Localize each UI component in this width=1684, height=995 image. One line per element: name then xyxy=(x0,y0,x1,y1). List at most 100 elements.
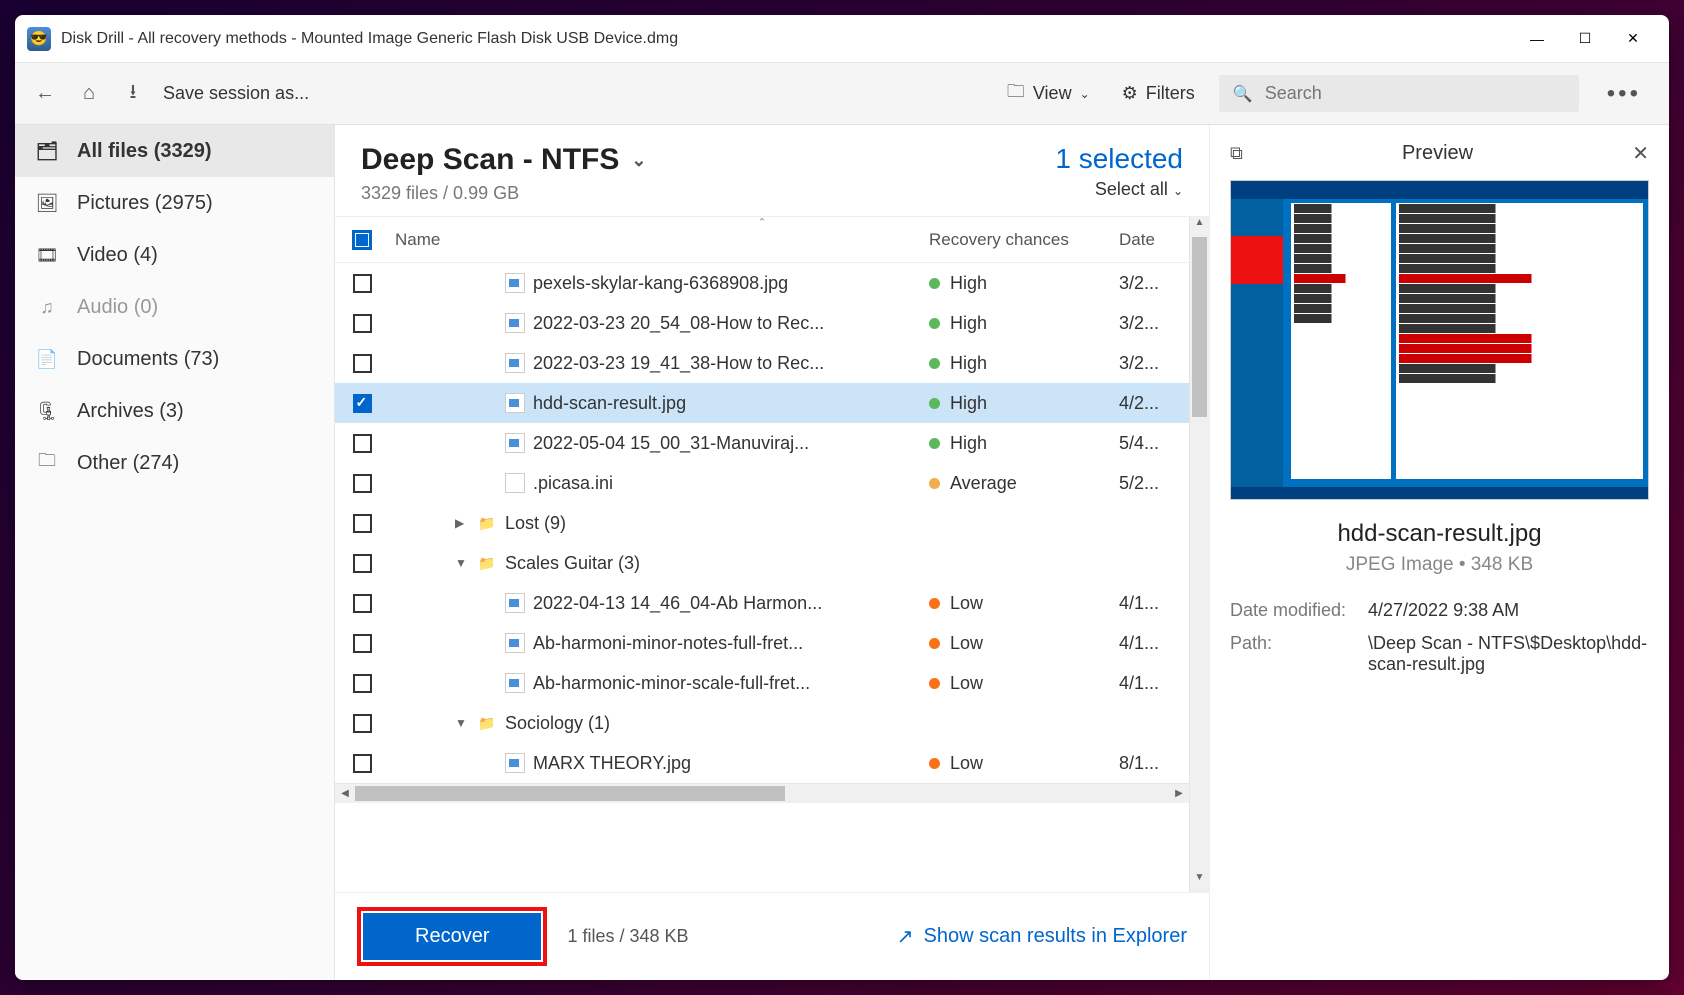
meta-value: 4/27/2022 9:38 AM xyxy=(1368,600,1649,621)
column-name[interactable]: Name xyxy=(389,230,929,250)
horizontal-scrollbar[interactable]: ◀ ▶ xyxy=(335,783,1189,803)
recovery-label: High xyxy=(950,273,987,294)
download-icon[interactable]: ⭳ xyxy=(119,80,147,108)
sliders-icon: ⚙ xyxy=(1122,83,1138,104)
row-checkbox[interactable] xyxy=(335,554,389,573)
vertical-scrollbar[interactable]: ▲ ▼ xyxy=(1189,217,1209,892)
select-all-button[interactable]: Select all ⌄ xyxy=(1055,179,1183,200)
preview-title: Preview xyxy=(1243,142,1632,165)
scan-title[interactable]: Deep Scan - NTFS ⌄ xyxy=(361,143,1055,177)
file-row[interactable]: 2022-05-04 15_00_31-Manuviraj... High 5/… xyxy=(335,423,1189,463)
preview-filetype: JPEG Image • 348 KB xyxy=(1230,554,1649,576)
audio-icon: ♫ xyxy=(35,295,59,319)
jpg-file-icon xyxy=(505,753,525,773)
column-date[interactable]: Date xyxy=(1119,230,1189,250)
folder-row[interactable]: ▼📁Scales Guitar (3) xyxy=(335,543,1189,583)
row-checkbox[interactable] xyxy=(335,594,389,613)
file-row[interactable]: pexels-skylar-kang-6368908.jpg High 3/2.… xyxy=(335,263,1189,303)
row-checkbox[interactable] xyxy=(335,674,389,693)
preview-filename: hdd-scan-result.jpg xyxy=(1230,520,1649,548)
recovery-label: Low xyxy=(950,753,983,774)
folder-icon: 📁 xyxy=(477,553,497,573)
maximize-button[interactable]: ☐ xyxy=(1561,19,1609,59)
sidebar-item-audio[interactable]: ♫Audio (0) xyxy=(15,281,334,333)
recovery-label: Average xyxy=(950,473,1017,494)
file-date: 4/1... xyxy=(1119,673,1189,694)
row-checkbox[interactable] xyxy=(335,314,389,333)
sidebar-item-label: All files (3329) xyxy=(77,140,212,163)
row-checkbox[interactable] xyxy=(335,634,389,653)
row-checkbox[interactable] xyxy=(335,354,389,373)
search-icon: 🔍 xyxy=(1233,84,1253,104)
file-name: Ab-harmonic-minor-scale-full-fret... xyxy=(533,673,810,694)
file-date: 4/1... xyxy=(1119,593,1189,614)
preview-metadata: Date modified:4/27/2022 9:38 AMPath:\Dee… xyxy=(1230,600,1649,675)
row-checkbox[interactable] xyxy=(335,394,389,413)
file-row[interactable]: Ab-harmoni-minor-notes-full-fret... Low … xyxy=(335,623,1189,663)
header-checkbox[interactable] xyxy=(335,230,389,250)
file-date: 5/2... xyxy=(1119,473,1189,494)
row-checkbox[interactable] xyxy=(335,474,389,493)
sidebar-item-other[interactable]: 🗀Other (274) xyxy=(15,437,334,489)
search-input[interactable] xyxy=(1265,83,1565,104)
file-name: 2022-05-04 15_00_31-Manuviraj... xyxy=(533,433,809,454)
filters-button[interactable]: ⚙ Filters xyxy=(1114,79,1203,108)
sidebar-item-stack[interactable]: 🗂 All files (3329) xyxy=(15,125,334,177)
video-icon: 🎞 xyxy=(35,243,59,267)
view-dropdown[interactable]: 🗀 View ⌄ xyxy=(999,75,1098,113)
file-row[interactable]: 2022-03-23 20_54_08-How to Rec... High 3… xyxy=(335,303,1189,343)
file-row[interactable]: 2022-03-23 19_41_38-How to Rec... High 3… xyxy=(335,343,1189,383)
file-date: 3/2... xyxy=(1119,313,1189,334)
file-date: 3/2... xyxy=(1119,353,1189,374)
row-checkbox[interactable] xyxy=(335,714,389,733)
folder-row[interactable]: ▶📁Lost (9) xyxy=(335,503,1189,543)
file-row[interactable]: MARX THEORY.jpg Low 8/1... xyxy=(335,743,1189,783)
folder-row[interactable]: ▼📁Sociology (1) xyxy=(335,703,1189,743)
row-checkbox[interactable] xyxy=(335,434,389,453)
recovery-dot xyxy=(929,318,940,329)
more-button[interactable]: ••• xyxy=(1595,80,1653,108)
row-checkbox[interactable] xyxy=(335,754,389,773)
back-button[interactable]: ← xyxy=(31,80,59,108)
folder-icon: 🗀 xyxy=(1007,79,1025,109)
recovery-dot xyxy=(929,478,940,489)
close-button[interactable]: ✕ xyxy=(1609,19,1657,59)
expand-caret[interactable]: ▼ xyxy=(455,716,469,730)
recovery-dot xyxy=(929,758,940,769)
stack-icon: 🗂 xyxy=(35,139,59,163)
search-box[interactable]: 🔍 xyxy=(1219,75,1579,112)
row-checkbox[interactable] xyxy=(335,514,389,533)
recovery-dot xyxy=(929,598,940,609)
home-button[interactable]: ⌂ xyxy=(75,80,103,108)
sidebar-item-video[interactable]: 🎞Video (4) xyxy=(15,229,334,281)
row-checkbox[interactable] xyxy=(335,274,389,293)
file-row[interactable]: .picasa.ini Average 5/2... xyxy=(335,463,1189,503)
save-session-button[interactable]: Save session as... xyxy=(163,83,309,104)
preview-close-button[interactable]: ✕ xyxy=(1632,141,1649,166)
table-body: pexels-skylar-kang-6368908.jpg High 3/2.… xyxy=(335,263,1189,783)
recovery-label: High xyxy=(950,393,987,414)
minimize-button[interactable]: — xyxy=(1513,19,1561,59)
expand-caret[interactable]: ▼ xyxy=(455,556,469,570)
file-row[interactable]: hdd-scan-result.jpg High 4/2... xyxy=(335,383,1189,423)
recovery-dot xyxy=(929,678,940,689)
file-row[interactable]: Ab-harmonic-minor-scale-full-fret... Low… xyxy=(335,663,1189,703)
recovery-label: High xyxy=(950,313,987,334)
sort-indicator: ⌄ xyxy=(758,217,766,226)
expand-caret[interactable]: ▶ xyxy=(455,516,469,530)
toolbar: ← ⌂ ⭳ Save session as... 🗀 View ⌄ ⚙ Filt… xyxy=(15,63,1669,125)
show-in-explorer-link[interactable]: ↗ Show scan results in Explorer xyxy=(897,924,1187,949)
recover-highlight: Recover xyxy=(357,907,547,966)
file-row[interactable]: 2022-04-13 14_46_04-Ab Harmon... Low 4/1… xyxy=(335,583,1189,623)
sidebar-item-picture[interactable]: 🖼Pictures (2975) xyxy=(15,177,334,229)
column-recovery[interactable]: Recovery chances xyxy=(929,230,1119,250)
file-name: Ab-harmoni-minor-notes-full-fret... xyxy=(533,633,803,654)
sidebar-item-document[interactable]: 📄Documents (73) xyxy=(15,333,334,385)
sidebar-item-archive[interactable]: 🗜Archives (3) xyxy=(15,385,334,437)
jpg-file-icon xyxy=(505,353,525,373)
meta-label: Path: xyxy=(1230,633,1360,675)
recover-button[interactable]: Recover xyxy=(363,913,541,960)
file-name: 2022-03-23 20_54_08-How to Rec... xyxy=(533,313,824,334)
recovery-label: High xyxy=(950,433,987,454)
copy-icon[interactable]: ⧉ xyxy=(1230,143,1243,164)
